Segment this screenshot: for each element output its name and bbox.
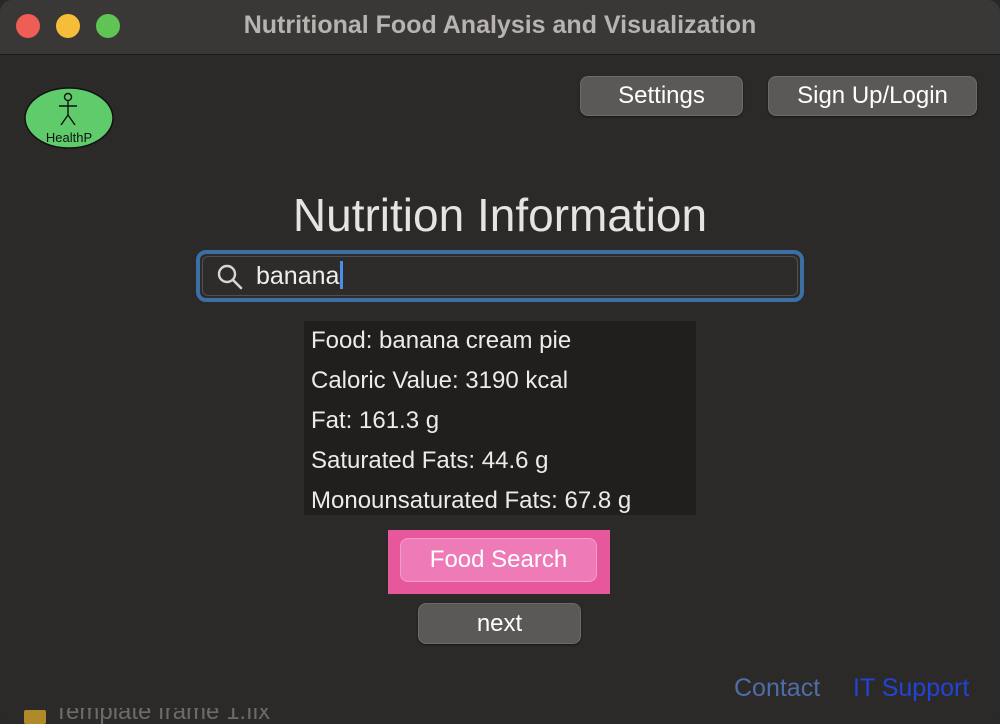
result-monounsaturated-fats: Monounsaturated Fats: 67.8 g (311, 487, 632, 514)
logo-text: HealthP (46, 130, 92, 145)
result-caloric-value: Caloric Value: 3190 kcal (311, 367, 569, 394)
it-support-link[interactable]: IT Support (853, 674, 969, 703)
page-title: Nutrition Information (292, 189, 708, 241)
next-button[interactable]: next (418, 603, 581, 644)
signup-login-button[interactable]: Sign Up/Login (768, 76, 977, 116)
search-icon (217, 264, 243, 290)
healthp-logo: HealthP (24, 87, 114, 149)
background-window-fragment: Template frame 1.fix (24, 708, 324, 724)
search-field[interactable]: banana (196, 250, 804, 302)
folder-icon (24, 710, 46, 724)
background-window-text: Template frame 1.fix (54, 708, 271, 724)
result-fat: Fat: 161.3 g (311, 407, 440, 434)
result-food: Food: banana cream pie (311, 327, 572, 354)
search-input-value: banana (256, 262, 340, 290)
window-title: Nutritional Food Analysis and Visualizat… (243, 11, 757, 39)
text-caret (340, 261, 344, 290)
settings-button[interactable]: Settings (580, 76, 743, 116)
title-bar: Nutritional Food Analysis and Visualizat… (0, 0, 1000, 55)
food-search-button[interactable]: Food Search (400, 538, 597, 582)
nutrition-results-list[interactable]: Food: banana cream pie Caloric Value: 31… (304, 321, 696, 515)
search-input[interactable]: banana (256, 258, 344, 294)
contact-link[interactable]: Contact (734, 674, 820, 703)
app-window: Nutritional Food Analysis and Visualizat… (0, 0, 1000, 724)
result-saturated-fats: Saturated Fats: 44.6 g (311, 447, 549, 474)
